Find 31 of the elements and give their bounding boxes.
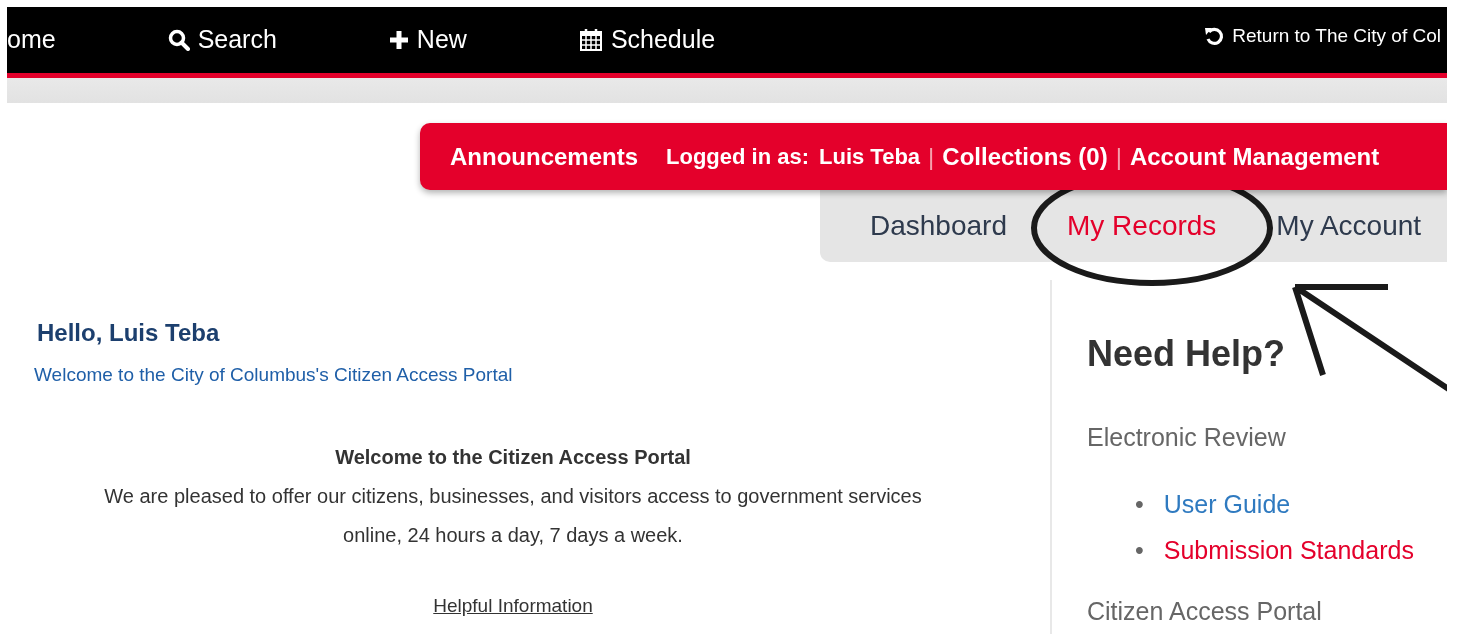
search-icon — [167, 29, 190, 51]
plus-icon — [388, 30, 409, 50]
bullet: • — [1135, 489, 1144, 518]
greeting-title: Hello, Luis Teba — [37, 318, 221, 348]
return-link[interactable]: Return to The City of Col — [1204, 21, 1441, 51]
bullet: • — [1135, 535, 1144, 564]
separator: | — [928, 141, 935, 172]
nav-link[interactable]: Search — [167, 21, 277, 59]
help-section-title: Electronic Review — [1087, 422, 1287, 454]
calendar-icon — [578, 28, 603, 52]
logged-in-label: Logged in as: — [666, 143, 809, 171]
help-link[interactable]: Submission Standards — [1163, 535, 1414, 564]
nav-link[interactable]: Schedule — [578, 21, 716, 59]
nav-link[interactable]: New — [388, 21, 467, 59]
welcome-paragraph: We are pleased to offer our citizens, businesses, and visitors access to government services online, 24 hours a day, 7 days a week. — [103, 483, 923, 548]
help-link[interactable]: User Guide — [1163, 489, 1291, 518]
welcome-link[interactable]: Welcome to the City of Columbus's Citizen Access Portal — [34, 361, 513, 390]
tab[interactable]: Dashboard — [870, 205, 1007, 247]
announcements-link[interactable]: Announcements — [450, 138, 638, 175]
tab[interactable]: My Records — [1067, 205, 1217, 247]
collections-link[interactable]: Collections (0) — [942, 138, 1108, 175]
user-name-link[interactable]: Luis Teba — [819, 140, 921, 173]
welcome-heading: Welcome to the Citizen Access Portal — [334, 444, 692, 470]
help-title: Need Help? — [1087, 332, 1287, 376]
account-management-link[interactable]: Account Management — [1129, 138, 1380, 175]
nav-link[interactable]: ome — [7, 21, 56, 59]
tab[interactable]: My Account — [1276, 205, 1422, 247]
help-section-title: Citizen Access Portal — [1087, 595, 1323, 627]
helpful-information-link[interactable]: Helpful Information — [433, 594, 593, 616]
separator: | — [1115, 141, 1122, 172]
undo-icon — [1204, 26, 1225, 46]
